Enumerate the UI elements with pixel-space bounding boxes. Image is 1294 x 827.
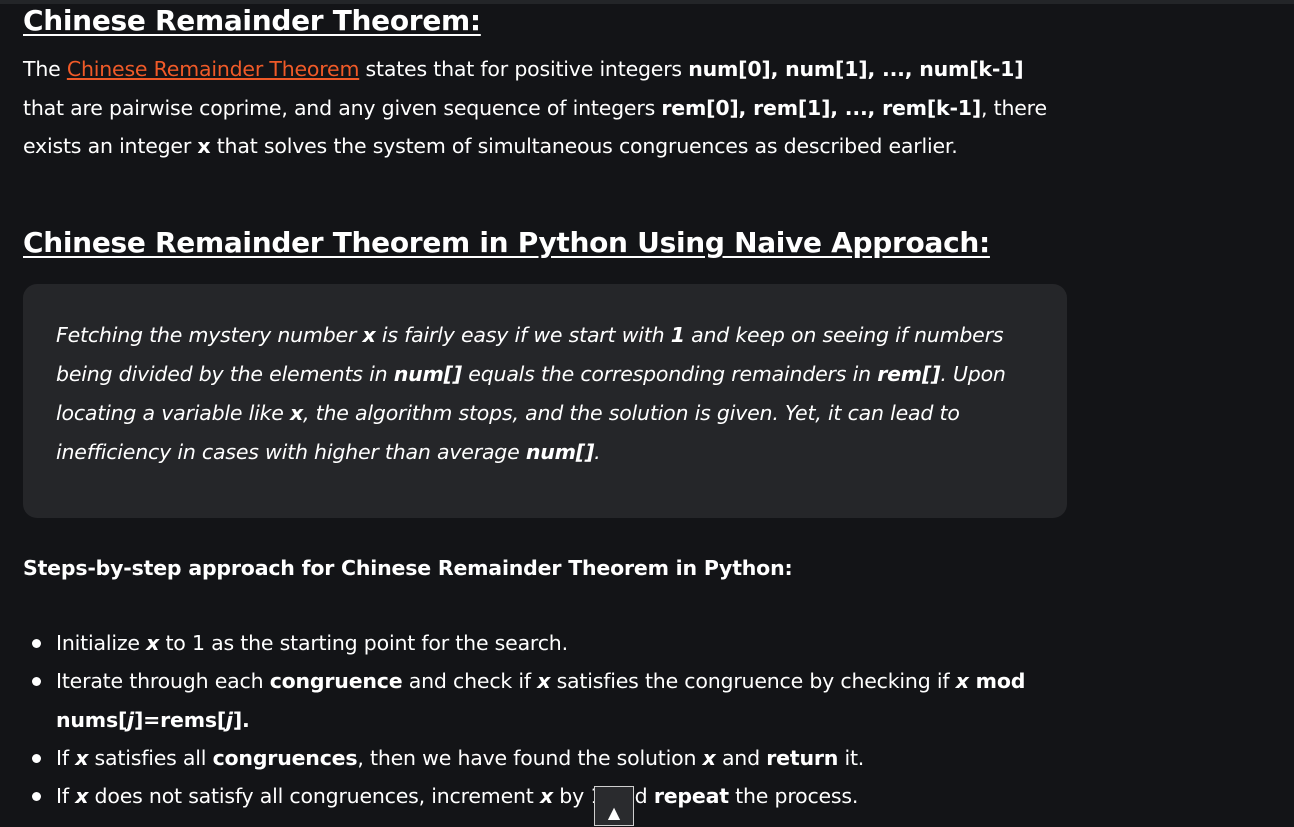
list-item: Initialize x to 1 as the starting point … xyxy=(32,624,1100,662)
section-heading-crt: Chinese Remainder Theorem: xyxy=(23,4,481,37)
intro-paragraph: The Chinese Remainder Theorem states tha… xyxy=(23,57,1047,158)
section-heading-naive: Chinese Remainder Theorem in Python Usin… xyxy=(23,226,990,259)
steps-title: Steps-by-step approach for Chinese Remai… xyxy=(23,556,793,580)
list-item: If x satisfies all congruences, then we … xyxy=(32,739,1100,777)
scroll-to-top-button[interactable]: ▲ xyxy=(594,786,634,826)
arrow-up-icon: ▲ xyxy=(607,803,621,822)
list-item: Iterate through each congruence and chec… xyxy=(32,662,1100,739)
steps-list: Initialize x to 1 as the starting point … xyxy=(23,624,1100,815)
crt-link[interactable]: Chinese Remainder Theorem xyxy=(67,57,360,81)
note-text: Fetching the mystery number x is fairly … xyxy=(56,323,1006,464)
list-item: If x does not satisfy all congruences, i… xyxy=(32,777,1100,815)
